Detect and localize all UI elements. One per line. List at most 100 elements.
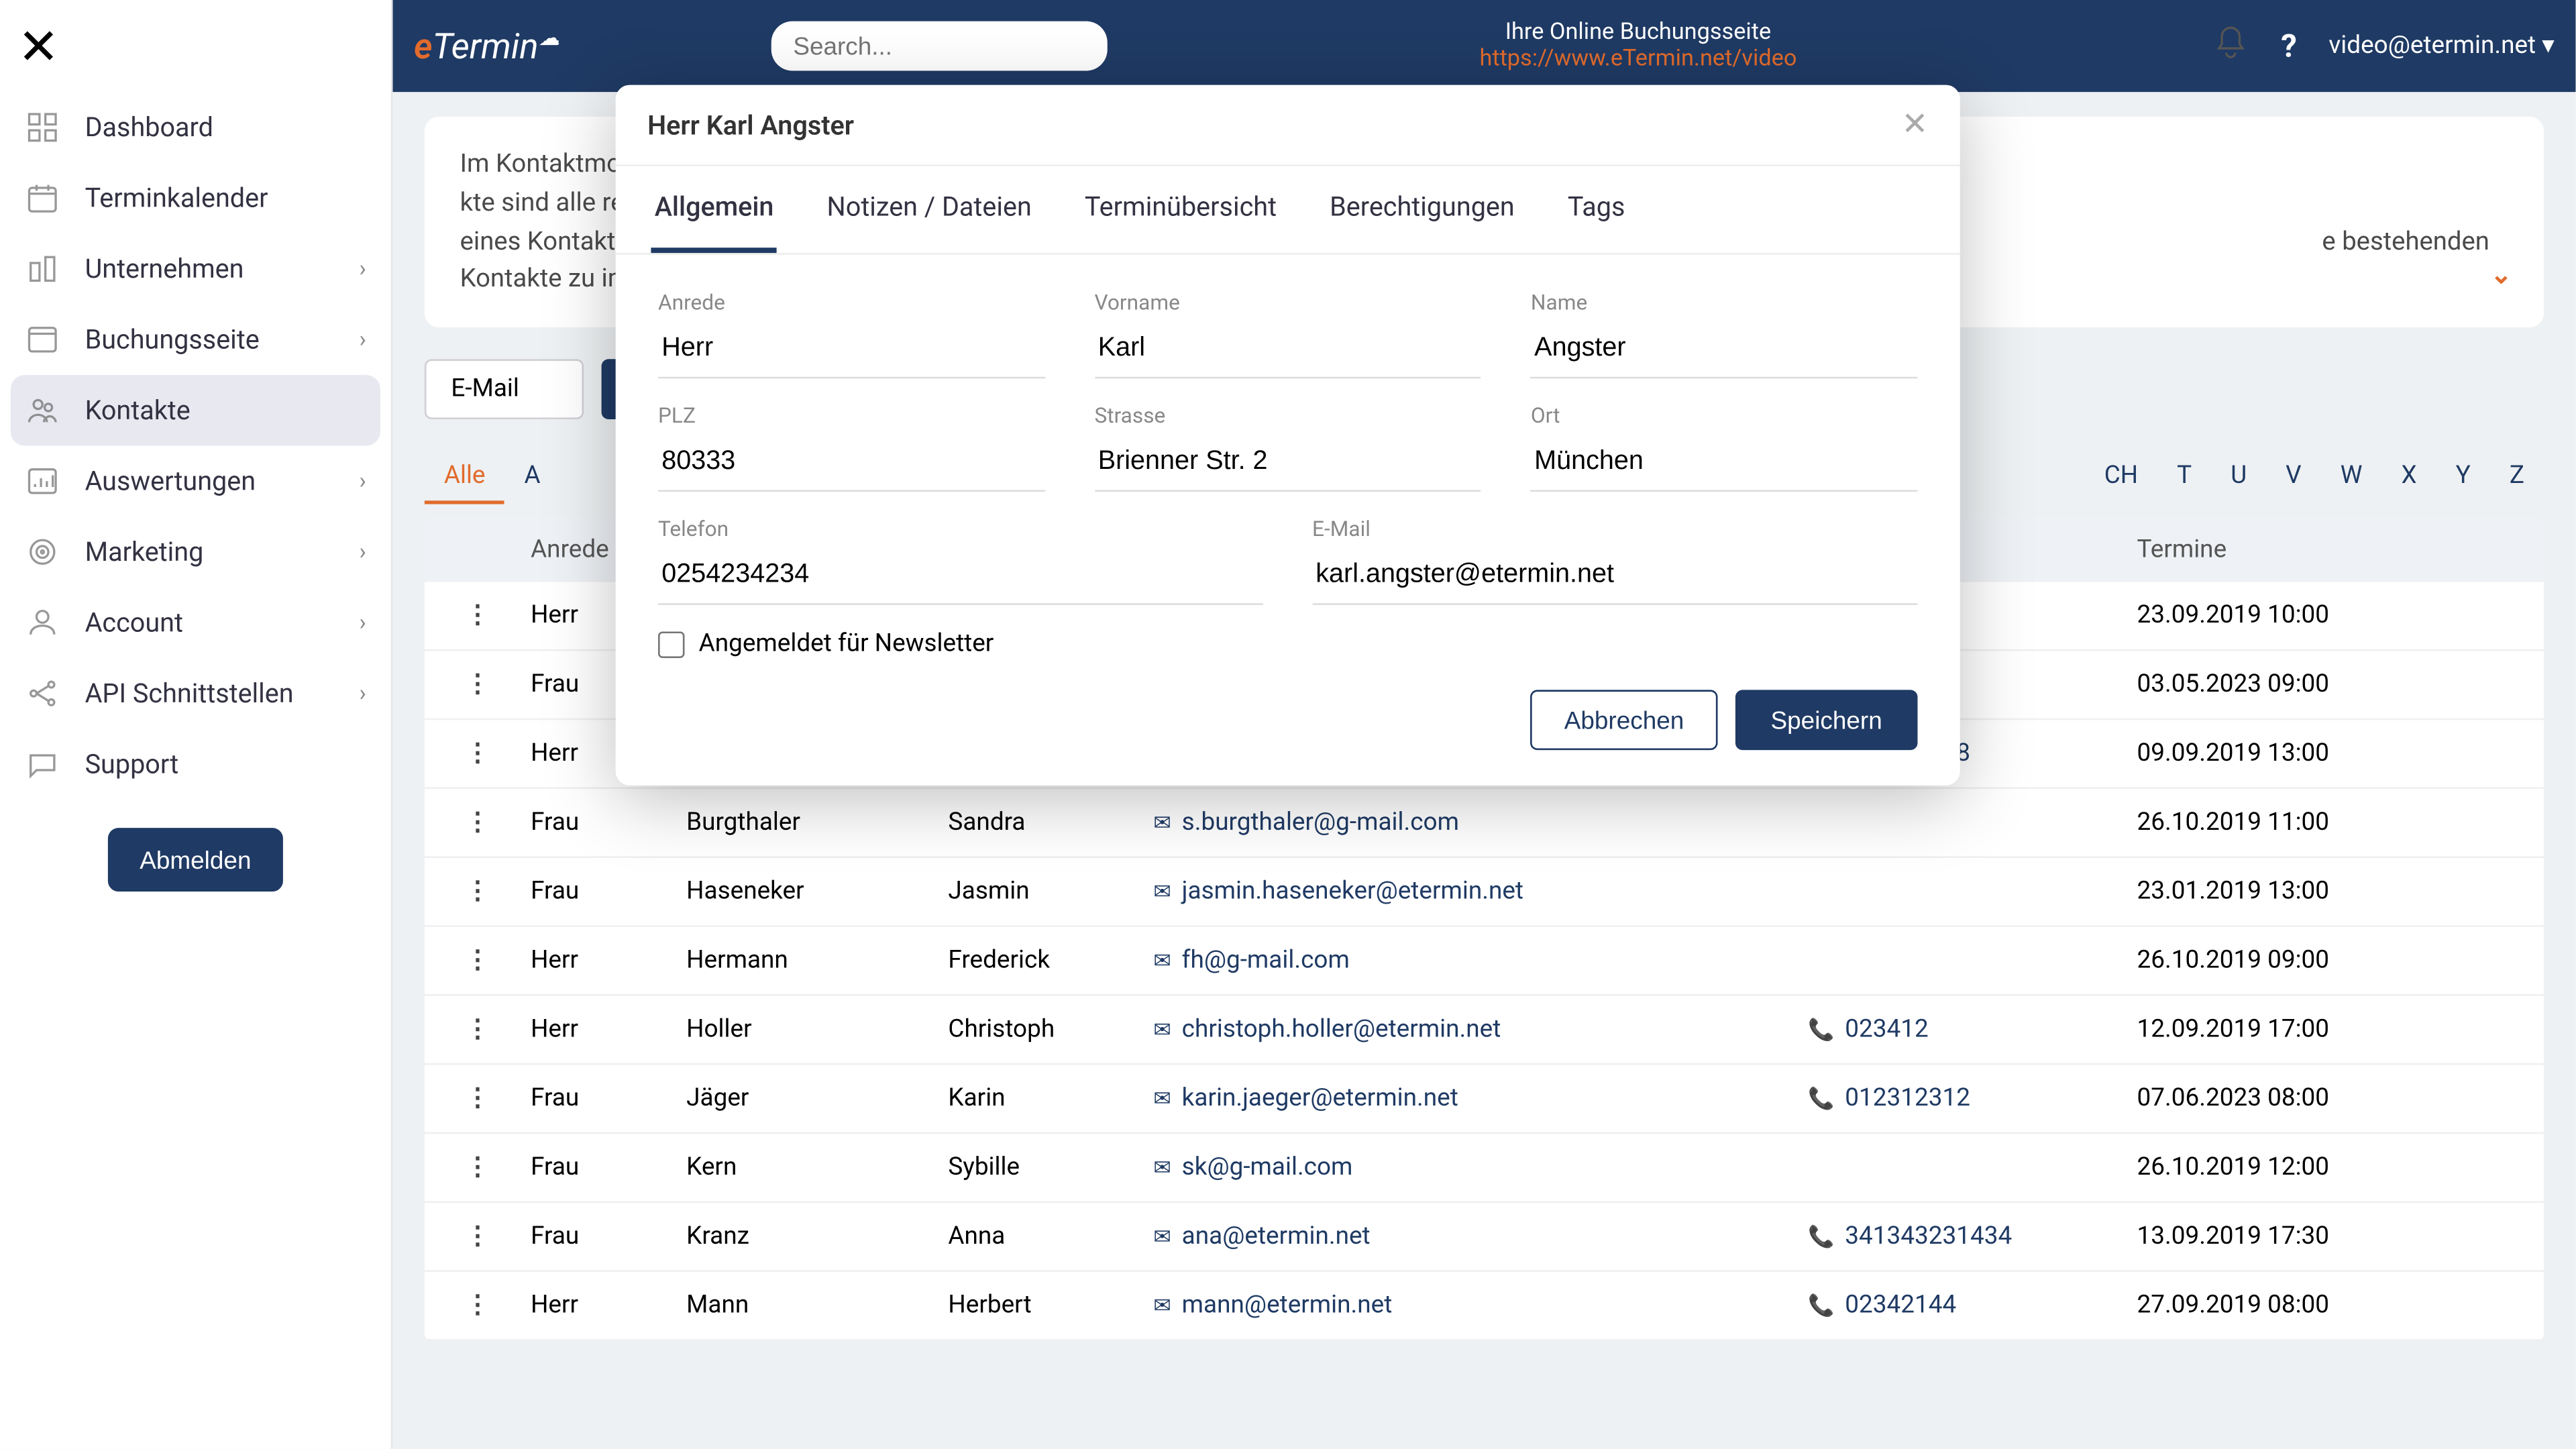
tab-allgemein[interactable]: Allgemein [651,166,777,253]
sidebar-item-label: Marketing [85,536,204,568]
close-icon[interactable]: ✕ [1902,106,1929,143]
sidebar-item-support[interactable]: Support [0,729,391,799]
cell-name: Holler [686,1016,948,1044]
chevron-right-icon: › [360,539,366,566]
cell-name: Kern [686,1153,948,1181]
cell-tel[interactable]: 📞023412 [1808,1016,2137,1044]
chevron-right-icon: › [360,327,366,354]
checkbox-newsletter[interactable] [658,631,685,657]
table-row[interactable]: ⋮ Frau Kranz Anna ✉ana@etermin.net 📞3413… [425,1203,2544,1272]
sidebar-item-calendar[interactable]: Terminkalender [0,163,391,233]
cell-email[interactable]: ✉ana@etermin.net [1153,1222,1808,1250]
sidebar-item-api[interactable]: API Schnittstellen› [0,658,391,729]
help-icon[interactable]: ? [2281,28,2297,64]
row-menu-icon[interactable]: ⋮ [425,947,531,975]
expand-icon[interactable]: ⌄ [2490,257,2512,295]
input-email[interactable] [1312,548,1917,604]
envelope-icon: ✉ [1153,1086,1171,1111]
sidebar-item-dashboard[interactable]: Dashboard [0,92,391,162]
cell-email[interactable]: ✉sk@g-mail.com [1153,1153,1808,1181]
row-menu-icon[interactable]: ⋮ [425,1016,531,1044]
cell-email[interactable]: ✉mann@etermin.net [1153,1291,1808,1320]
table-row[interactable]: ⋮ Frau Haseneker Jasmin ✉jasmin.haseneke… [425,858,2544,927]
cell-vorname: Herbert [948,1291,1153,1320]
label-email: E-Mail [1312,517,1917,541]
table-row[interactable]: ⋮ Herr Hermann Frederick ✉fh@g-mail.com … [425,927,2544,996]
cell-vorname: Frederick [948,947,1153,975]
sidebar-item-company[interactable]: Unternehmen› [0,233,391,304]
row-menu-icon[interactable]: ⋮ [425,1084,531,1112]
alpha-letter[interactable]: Z [2490,451,2544,504]
row-menu-icon[interactable]: ⋮ [425,602,531,630]
row-menu-icon[interactable]: ⋮ [425,739,531,767]
tab-termine[interactable]: Terminübersicht [1081,166,1281,253]
alpha-letter[interactable]: T [2157,451,2211,504]
row-menu-icon[interactable]: ⋮ [425,1291,531,1320]
booking-link[interactable]: https://www.eTermin.net/video [1479,46,1796,73]
input-anrede[interactable] [658,322,1045,378]
cell-vorname: Sybille [948,1153,1153,1181]
cell-name: Burgthaler [686,808,948,837]
alpha-letter[interactable]: X [2381,451,2436,504]
alpha-letter[interactable]: V [2266,451,2321,504]
phone-icon: 📞 [1808,1017,1834,1042]
alpha-letter[interactable]: A [505,451,560,504]
col-termine-header[interactable]: Termine [2137,536,2544,564]
modal-tabs: Allgemein Notizen / Dateien Terminübersi… [616,166,1960,255]
input-ort[interactable] [1531,435,1918,492]
sidebar-item-reports[interactable]: Auswertungen› [0,446,391,517]
tab-tags[interactable]: Tags [1564,166,1629,253]
envelope-icon: ✉ [1153,948,1171,973]
input-strasse[interactable] [1094,435,1481,492]
alpha-letter[interactable]: W [2321,451,2382,504]
close-icon[interactable]: ✕ [17,17,59,76]
user-menu[interactable]: video@etermin.net ▾ [2328,32,2554,60]
sidebar-item-marketing[interactable]: Marketing › [0,517,391,587]
cell-anrede: Herr [531,947,686,975]
input-name[interactable] [1531,322,1918,378]
save-button[interactable]: Speichern [1735,690,1918,750]
envelope-icon: ✉ [1153,810,1171,835]
bell-icon[interactable] [2214,24,2249,68]
table-row[interactable]: ⋮ Frau Kern Sybille ✉sk@g-mail.com 26.10… [425,1134,2544,1203]
table-row[interactable]: ⋮ Frau Burgthaler Sandra ✉s.burgthaler@g… [425,789,2544,858]
row-menu-icon[interactable]: ⋮ [425,1222,531,1250]
cell-email[interactable]: ✉jasmin.haseneker@etermin.net [1153,877,1808,906]
search-by-select[interactable]: E-Mail [425,359,584,419]
input-plz[interactable] [658,435,1045,492]
cell-termin: 09.09.2019 13:00 [2137,739,2544,767]
table-row[interactable]: ⋮ Herr Mann Herbert ✉mann@etermin.net 📞0… [425,1272,2544,1341]
search-input[interactable] [772,21,1108,71]
row-menu-icon[interactable]: ⋮ [425,1153,531,1181]
sidebar-item-account[interactable]: Account› [0,587,391,657]
sidebar-item-contacts[interactable]: Kontakte [11,375,380,445]
alpha-letter[interactable]: U [2211,451,2266,504]
row-menu-icon[interactable]: ⋮ [425,670,531,698]
label-telefon: Telefon [658,517,1263,541]
cell-email[interactable]: ✉fh@g-mail.com [1153,947,1808,975]
cell-email[interactable]: ✉s.burgthaler@g-mail.com [1153,808,1808,837]
phone-icon: 📞 [1808,1224,1834,1249]
cell-tel[interactable]: 📞02342144 [1808,1291,2137,1320]
label-plz: PLZ [658,403,1045,428]
row-menu-icon[interactable]: ⋮ [425,877,531,906]
table-row[interactable]: ⋮ Herr Holler Christoph ✉christoph.holle… [425,996,2544,1065]
alpha-letter[interactable]: CH [2085,451,2157,504]
alpha-letter[interactable]: Y [2436,451,2490,504]
cell-email[interactable]: ✉christoph.holler@etermin.net [1153,1016,1808,1044]
booking-icon [21,319,64,361]
table-row[interactable]: ⋮ Frau Jäger Karin ✉karin.jaeger@etermin… [425,1065,2544,1134]
input-telefon[interactable] [658,548,1263,604]
cancel-button[interactable]: Abbrechen [1531,690,1718,750]
cell-tel[interactable]: 📞012312312 [1808,1084,2137,1112]
cell-email[interactable]: ✉karin.jaeger@etermin.net [1153,1084,1808,1112]
input-vorname[interactable] [1094,322,1481,378]
cell-tel[interactable]: 📞341343231434 [1808,1222,2137,1250]
tab-berechtigungen[interactable]: Berechtigungen [1326,166,1518,253]
tab-notizen[interactable]: Notizen / Dateien [823,166,1035,253]
logout-button[interactable]: Abmelden [108,828,283,892]
row-menu-icon[interactable]: ⋮ [425,808,531,837]
alpha-all[interactable]: Alle [425,451,505,504]
cell-anrede: Frau [531,1153,686,1181]
sidebar-item-booking[interactable]: Buchungsseite› [0,305,391,375]
